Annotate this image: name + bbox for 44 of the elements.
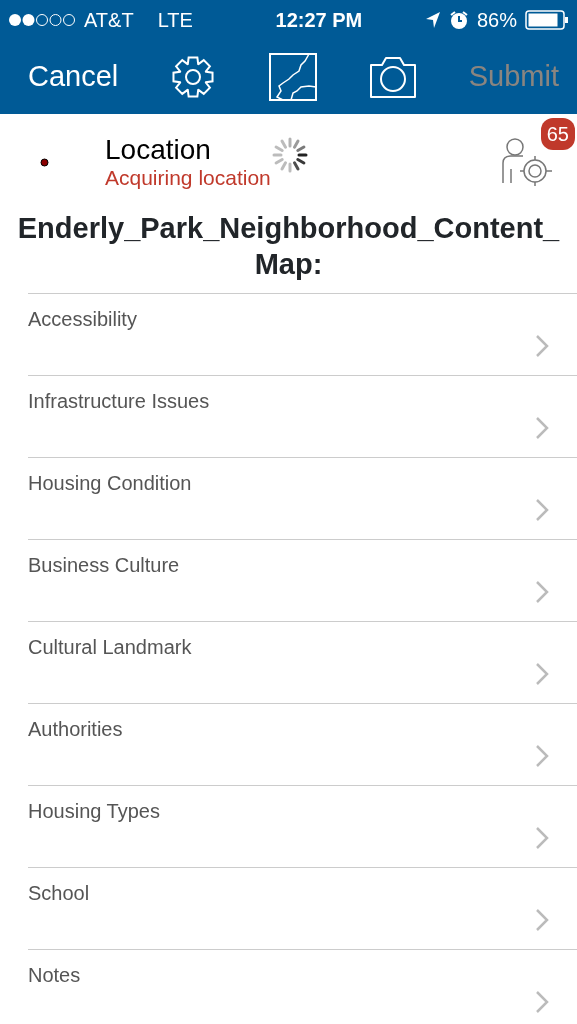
battery-icon bbox=[525, 10, 569, 30]
location-dot-icon bbox=[40, 157, 49, 167]
category-row[interactable]: Business Culture bbox=[28, 538, 577, 621]
location-label: Location bbox=[105, 135, 212, 166]
chevron-icon bbox=[535, 661, 549, 686]
location-status: Acquiring location bbox=[105, 165, 271, 189]
category-label: Cultural Landmark bbox=[28, 634, 192, 660]
map-icon[interactable] bbox=[268, 53, 317, 101]
category-row[interactable]: Cultural Landmark bbox=[28, 620, 577, 703]
category-label: Business Culture bbox=[28, 552, 180, 578]
cancel-button[interactable]: Cancel bbox=[28, 55, 119, 99]
category-row[interactable]: Accessibility bbox=[28, 292, 577, 375]
chevron-icon bbox=[535, 415, 549, 440]
category-label: Authorities bbox=[28, 716, 123, 742]
status-time: 12:27 PM bbox=[275, 8, 363, 33]
location-arrow-icon bbox=[424, 11, 441, 29]
chevron-icon bbox=[535, 579, 549, 604]
category-row[interactable]: Notes bbox=[28, 948, 577, 1024]
category-label: Accessibility bbox=[28, 306, 137, 332]
category-row[interactable]: Infrastructure Issues bbox=[28, 374, 577, 457]
chevron-icon bbox=[535, 497, 549, 522]
category-label: Housing Condition bbox=[28, 470, 192, 496]
alarm-clock-icon bbox=[448, 10, 469, 30]
category-label: Notes bbox=[28, 962, 81, 988]
chevron-icon bbox=[535, 907, 549, 932]
category-label: School bbox=[28, 880, 90, 906]
camera-icon[interactable] bbox=[367, 55, 418, 99]
category-label: Infrastructure Issues bbox=[28, 388, 210, 414]
category-label: Housing Types bbox=[28, 798, 160, 824]
category-row[interactable]: School bbox=[28, 866, 577, 949]
chevron-icon bbox=[535, 825, 549, 850]
chevron-icon bbox=[535, 333, 549, 358]
chevron-icon bbox=[535, 989, 549, 1014]
carrier-text: AT&T bbox=[84, 8, 134, 33]
category-row[interactable]: Authorities bbox=[28, 702, 577, 785]
form-title: Enderly_Park_Neighborhood_Content_Map: bbox=[16, 211, 561, 283]
category-row[interactable]: Housing Condition bbox=[28, 456, 577, 539]
network-text: LTE bbox=[157, 8, 193, 33]
chevron-icon bbox=[535, 743, 549, 768]
count-badge: 65 bbox=[540, 118, 575, 150]
category-row[interactable]: Housing Types bbox=[28, 784, 577, 867]
battery-percent: 86% bbox=[476, 8, 517, 33]
loading-spinner-icon bbox=[270, 136, 309, 174]
signal-icon bbox=[8, 13, 76, 27]
